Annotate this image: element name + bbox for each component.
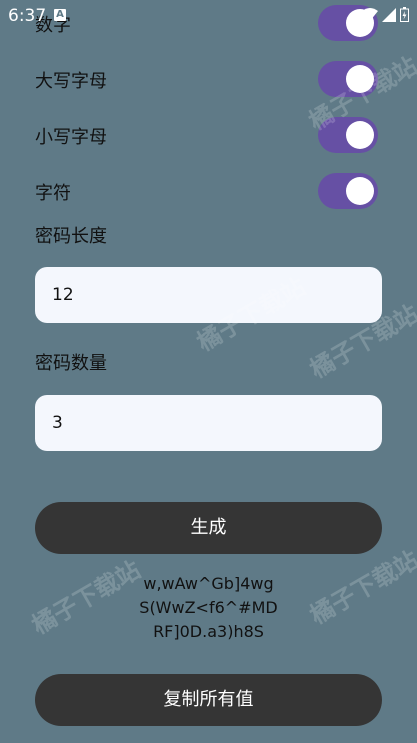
signal-icon: [382, 7, 396, 22]
generated-password: w,wAw^Gb]4wg: [143, 574, 274, 593]
password-length-label: 密码长度: [35, 226, 107, 247]
symbols-switch[interactable]: [318, 173, 378, 209]
generated-password: RF]0D.a3)h8S: [153, 622, 264, 641]
password-length-value: 12: [52, 285, 74, 305]
generated-passwords: w,wAw^Gb]4wg S(WwZ<f6^#MD RF]0D.a3)h8S: [0, 572, 417, 644]
notification-a-icon: A: [54, 9, 66, 21]
password-count-input[interactable]: 3: [35, 395, 382, 451]
status-bar: 6:37 A: [0, 0, 417, 30]
password-count-label: 密码数量: [35, 353, 107, 374]
lowercase-switch[interactable]: [318, 117, 378, 153]
password-length-input[interactable]: 12: [35, 267, 382, 323]
copy-all-button[interactable]: 复制所有值: [35, 674, 382, 726]
wifi-icon: [362, 7, 378, 21]
generated-password: S(WwZ<f6^#MD: [139, 598, 278, 617]
password-count-value: 3: [52, 413, 63, 433]
uppercase-switch[interactable]: [318, 61, 378, 97]
toggle-row-uppercase: 大写字母: [0, 59, 417, 99]
switch-thumb: [346, 65, 374, 93]
battery-icon: [400, 7, 409, 22]
switch-thumb: [346, 177, 374, 205]
toggle-label: 小写字母: [35, 127, 107, 148]
toggle-row-lowercase: 小写字母: [0, 115, 417, 155]
toggle-label: 大写字母: [35, 71, 107, 92]
switch-thumb: [346, 121, 374, 149]
generate-button[interactable]: 生成: [35, 502, 382, 554]
status-time: 6:37: [8, 6, 47, 26]
status-icons: [362, 7, 409, 22]
toggle-row-symbols: 字符: [0, 171, 417, 211]
toggle-label: 字符: [35, 183, 71, 204]
